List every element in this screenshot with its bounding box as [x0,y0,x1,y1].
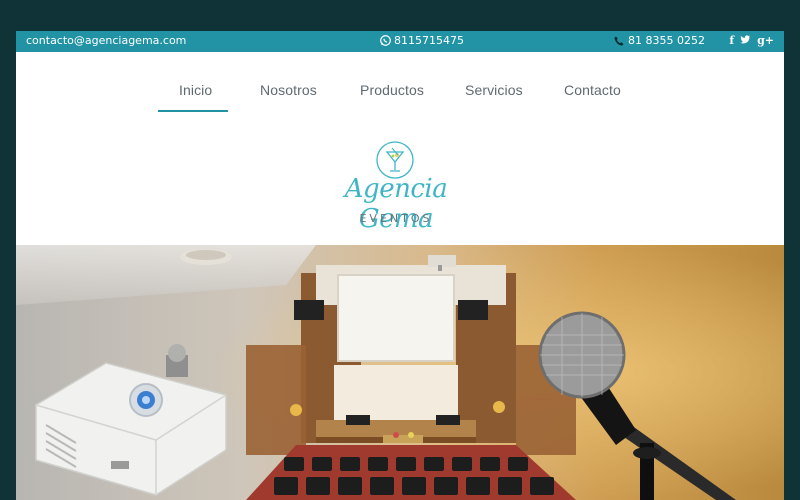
logo[interactable]: Agencia Gema EVENTOS [312,140,480,234]
header: Inicio Nosotros Productos Servicios Cont… [16,52,784,245]
phone-icon [614,36,624,46]
nav-nosotros[interactable]: Nosotros [260,82,317,98]
nav-servicios[interactable]: Servicios [465,82,523,98]
top-bar: contacto@agenciagema.com 8115715475 81 8… [16,31,784,52]
nav-productos[interactable]: Productos [360,82,424,98]
email-link[interactable]: contacto@agenciagema.com [26,34,186,47]
google-plus-icon[interactable]: g+ [757,34,774,48]
phone-contact[interactable]: 81 8355 0252 [614,34,705,47]
nav-contacto[interactable]: Contacto [564,82,621,98]
main-nav: Inicio Nosotros Productos Servicios Cont… [16,52,784,114]
phone-number: 81 8355 0252 [628,34,705,47]
whatsapp-number: 8115715475 [394,34,464,47]
social-links: f g+ [729,34,774,48]
twitter-icon[interactable] [740,34,751,48]
logo-subtitle: EVENTOS [359,212,433,225]
logo-name: Agencia Gema [344,174,448,234]
facebook-icon[interactable]: f [729,34,734,48]
whatsapp-contact[interactable]: 8115715475 [380,34,464,47]
hero-banner [16,245,784,500]
nav-active-indicator [158,110,228,112]
whatsapp-icon [380,35,391,46]
hero-image [16,245,784,500]
nav-inicio[interactable]: Inicio [179,82,212,98]
